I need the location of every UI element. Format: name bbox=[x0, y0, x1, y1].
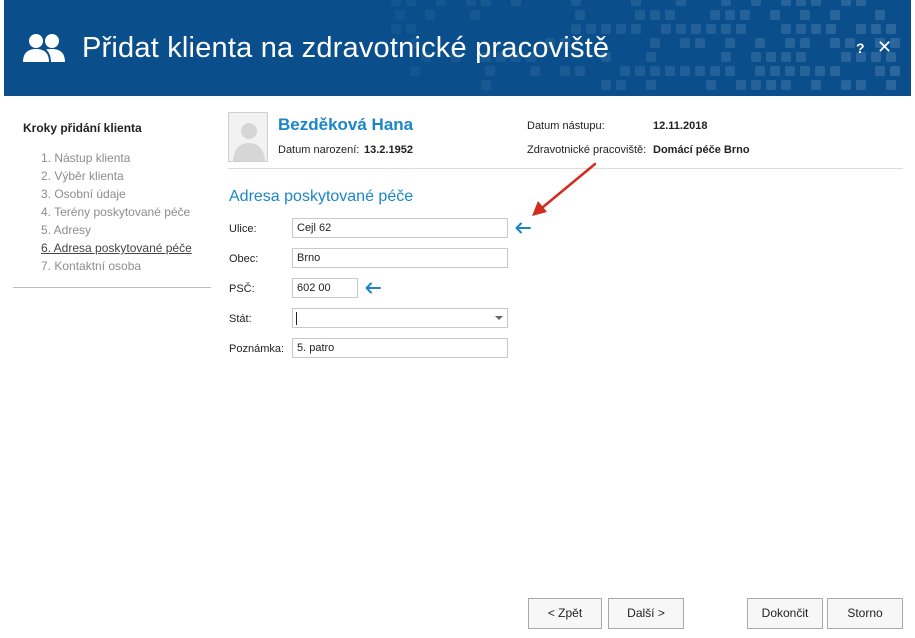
step-item[interactable]: 2. Výběr klienta bbox=[41, 169, 192, 187]
zip-input[interactable]: 602 00 bbox=[292, 278, 358, 298]
chevron-down-icon[interactable] bbox=[495, 316, 503, 320]
step-item[interactable]: 7. Kontaktní osoba bbox=[41, 259, 192, 277]
step-item[interactable]: 1. Nástup klienta bbox=[41, 151, 192, 169]
note-input[interactable]: 5. patro bbox=[292, 338, 508, 358]
sidebar-divider bbox=[13, 287, 211, 288]
country-label: Stát: bbox=[229, 313, 252, 325]
step-item[interactable]: 3. Osobní údaje bbox=[41, 187, 192, 205]
section-title: Adresa poskytované péče bbox=[229, 188, 413, 206]
blue-arrow-left-icon bbox=[514, 222, 532, 234]
note-label: Poznámka: bbox=[229, 343, 284, 355]
street-label: Ulice: bbox=[229, 223, 257, 235]
start-date-label: Datum nástupu: bbox=[527, 120, 605, 132]
window-header: Přidat klienta na zdravotnické pracovišt… bbox=[4, 0, 911, 96]
cancel-button[interactable]: Storno bbox=[827, 598, 903, 629]
zip-label: PSČ: bbox=[229, 283, 255, 295]
text-cursor bbox=[296, 312, 297, 325]
back-button[interactable]: < Zpět bbox=[528, 598, 602, 629]
help-button[interactable]: ? bbox=[856, 40, 865, 56]
client-name: Bezděková Hana bbox=[278, 115, 413, 135]
window-title: Přidat klienta na zdravotnické pracovišt… bbox=[82, 32, 609, 65]
street-input[interactable]: Cejl 62 bbox=[292, 218, 508, 238]
step-item[interactable]: 4. Terény poskytované péče bbox=[41, 205, 192, 223]
birth-date-value: 13.2.1952 bbox=[364, 144, 413, 156]
finish-button[interactable]: Dokončit bbox=[747, 598, 823, 629]
step-item[interactable]: 5. Adresy bbox=[41, 223, 192, 241]
workplace-label: Zdravotnické pracoviště: bbox=[527, 144, 646, 156]
close-button[interactable]: ✕ bbox=[877, 37, 892, 58]
step-item-active[interactable]: 6. Adresa poskytované péče bbox=[41, 241, 192, 259]
city-label: Obec: bbox=[229, 253, 258, 265]
workplace-value: Domácí péče Brno bbox=[653, 144, 750, 156]
person-placeholder-icon bbox=[229, 113, 268, 162]
city-input[interactable]: Brno bbox=[292, 248, 508, 268]
users-icon bbox=[22, 32, 66, 64]
red-annotation-arrow-icon bbox=[525, 160, 605, 222]
steps-list: 1. Nástup klienta 2. Výběr klienta 3. Os… bbox=[41, 151, 192, 277]
blue-arrow-left-icon bbox=[364, 282, 382, 294]
next-button[interactable]: Další > bbox=[608, 598, 684, 629]
steps-title: Kroky přidání klienta bbox=[23, 121, 142, 135]
birth-date-label: Datum narození: bbox=[278, 144, 359, 156]
avatar bbox=[228, 112, 268, 162]
start-date-value: 12.11.2018 bbox=[653, 120, 707, 132]
country-select[interactable] bbox=[292, 308, 508, 328]
